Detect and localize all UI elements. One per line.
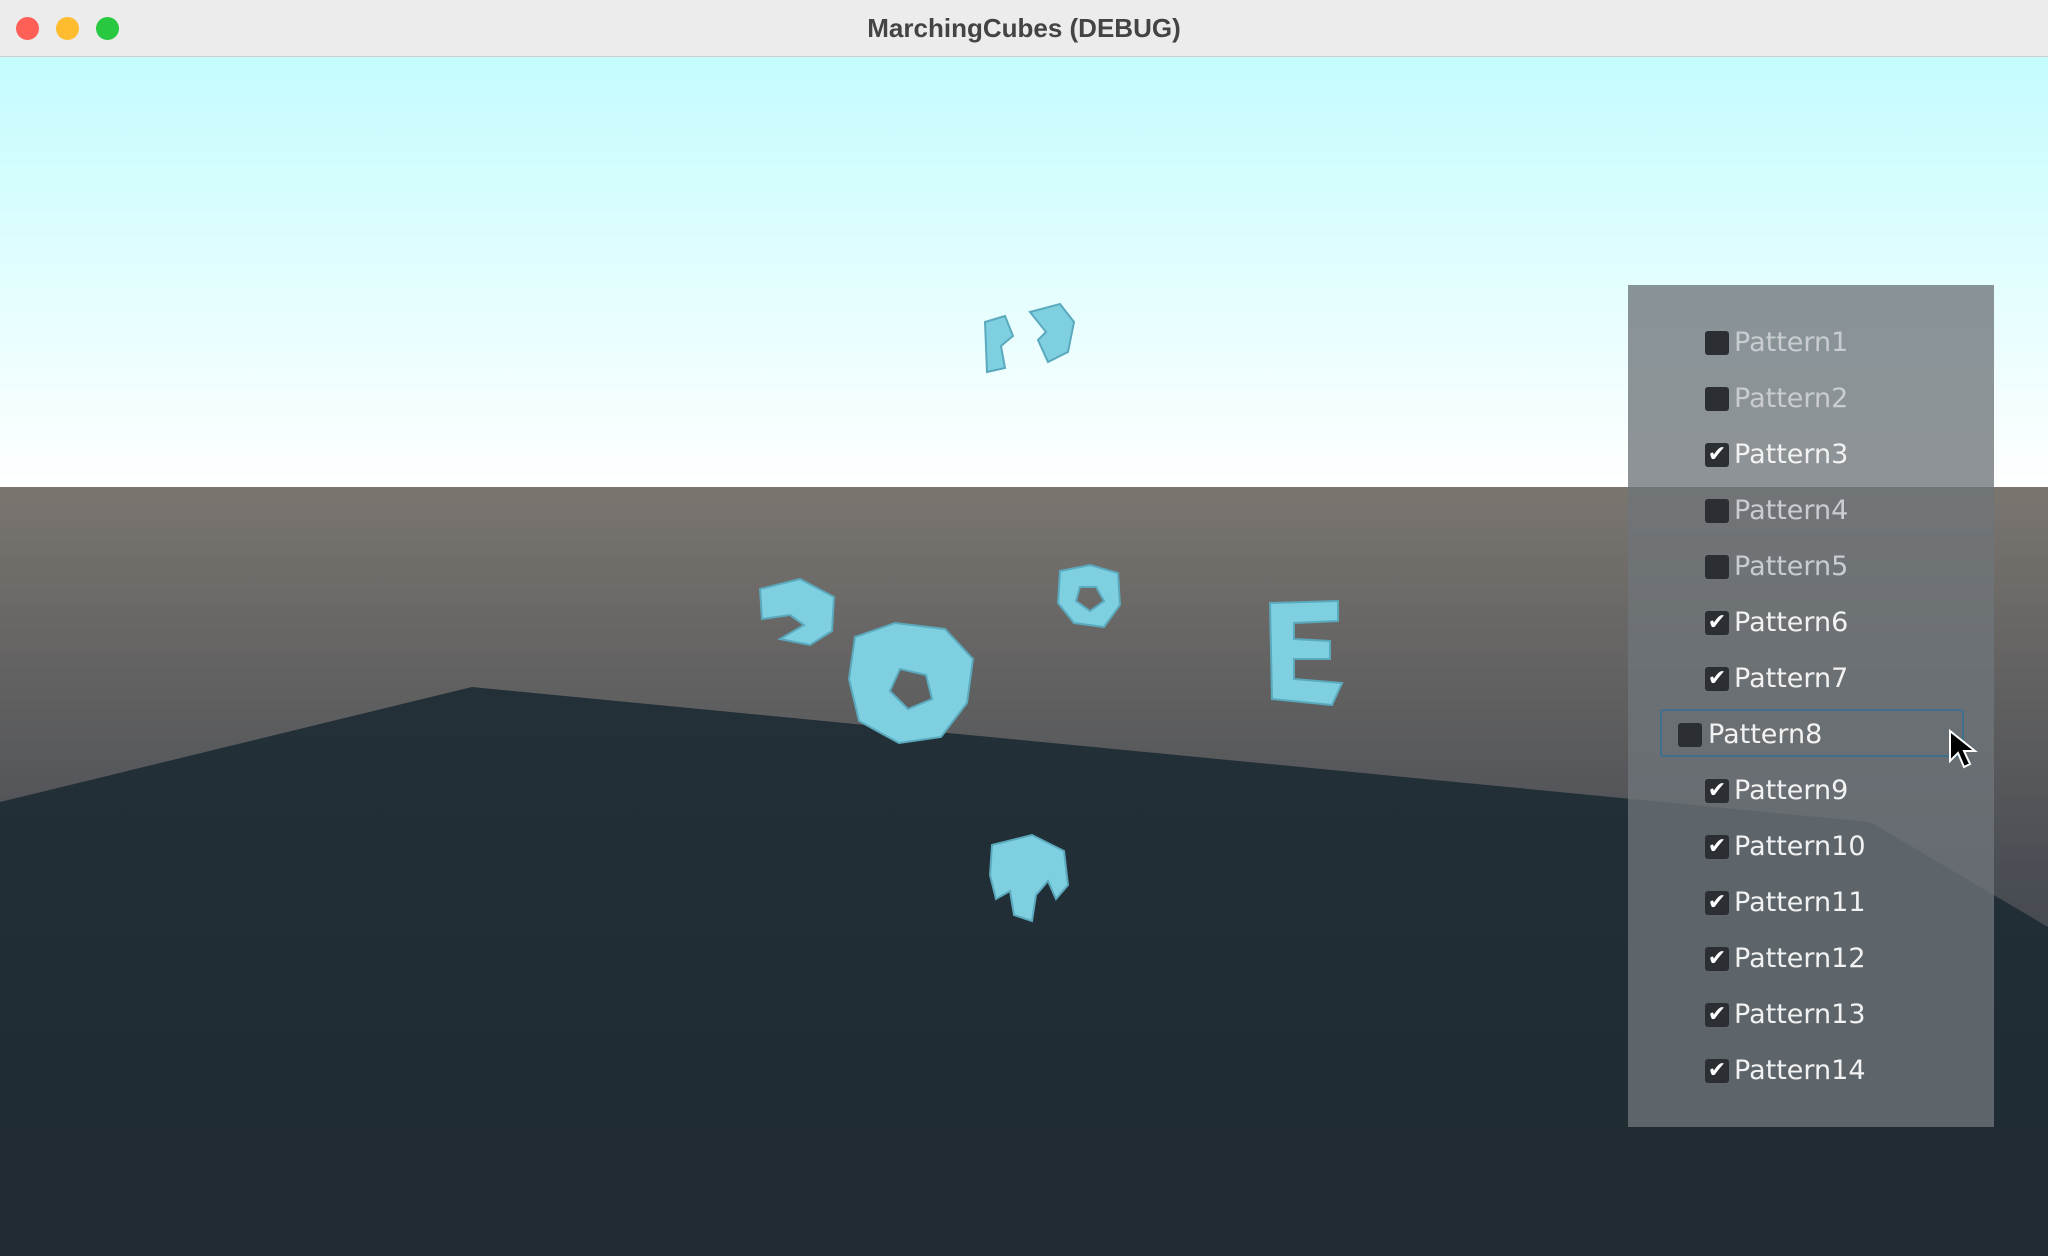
pattern-checkbox-2[interactable]: Pattern2 (1660, 373, 1964, 421)
pattern-label: Pattern10 (1734, 831, 1866, 862)
mouse-cursor-icon (1949, 729, 1978, 769)
pattern-checkbox-9[interactable]: ✔ Pattern9 (1660, 765, 1964, 813)
checkmark-icon[interactable]: ✔ (1705, 779, 1729, 803)
pattern-checkbox-3[interactable]: ✔ Pattern3 (1660, 429, 1964, 477)
pattern-label: Pattern8 (1708, 719, 1823, 750)
pattern-label: Pattern9 (1734, 775, 1849, 806)
checkmark-icon[interactable]: ✔ (1705, 667, 1729, 691)
checkmark-icon[interactable]: ✔ (1705, 1059, 1729, 1083)
pattern-label: Pattern5 (1734, 551, 1849, 582)
pattern-label: Pattern6 (1734, 607, 1849, 638)
checkmark-icon[interactable]: ✔ (1705, 947, 1729, 971)
pattern-label: Pattern11 (1734, 887, 1866, 918)
checkmark-icon[interactable]: ✔ (1705, 443, 1729, 467)
3d-viewport[interactable]: Pattern1 Pattern2 ✔ Pattern3 Pattern4 Pattern… (0, 57, 2048, 1256)
pattern-checkbox-14[interactable]: ✔ Pattern14 (1660, 1045, 1964, 1093)
pattern-label: Pattern7 (1734, 663, 1849, 694)
pattern-checkbox-11[interactable]: ✔ Pattern11 (1660, 877, 1964, 925)
pattern-checkbox-7[interactable]: ✔ Pattern7 (1660, 653, 1964, 701)
checkmark-icon[interactable]: ✔ (1705, 891, 1729, 915)
checkbox-box[interactable] (1705, 555, 1729, 579)
pattern-label: Pattern14 (1734, 1055, 1866, 1086)
pattern-label: Pattern2 (1734, 383, 1849, 414)
pattern-checkbox-8[interactable]: Pattern8 (1660, 709, 1964, 757)
checkbox-box[interactable] (1705, 331, 1729, 355)
pattern-checkbox-13[interactable]: ✔ Pattern13 (1660, 989, 1964, 1037)
pattern-checkbox-4[interactable]: Pattern4 (1660, 485, 1964, 533)
pattern-checkbox-10[interactable]: ✔ Pattern10 (1660, 821, 1964, 869)
checkmark-icon[interactable]: ✔ (1705, 611, 1729, 635)
pattern-panel: Pattern1 Pattern2 ✔ Pattern3 Pattern4 Pattern… (1628, 285, 1994, 1127)
pattern-checkbox-5[interactable]: Pattern5 (1660, 541, 1964, 589)
app-window: MarchingCubes (DEBUG) Pattern1 Pattern2 … (0, 0, 2048, 1256)
pattern-label: Pattern12 (1734, 943, 1866, 974)
window-title: MarchingCubes (DEBUG) (867, 13, 1181, 43)
pattern-label: Pattern13 (1734, 999, 1866, 1030)
checkmark-icon[interactable]: ✔ (1705, 835, 1729, 859)
pattern-checkbox-1[interactable]: Pattern1 (1660, 317, 1964, 365)
title-bar: MarchingCubes (DEBUG) (0, 0, 2048, 57)
pattern-label: Pattern1 (1734, 327, 1849, 358)
checkbox-box[interactable] (1705, 387, 1729, 411)
checkmark-icon[interactable]: ✔ (1705, 1003, 1729, 1027)
pattern-checkbox-12[interactable]: ✔ Pattern12 (1660, 933, 1964, 981)
pattern-label: Pattern4 (1734, 495, 1849, 526)
checkbox-box[interactable] (1678, 723, 1702, 747)
checkbox-box[interactable] (1705, 499, 1729, 523)
pattern-label: Pattern3 (1734, 439, 1849, 470)
pattern-checkbox-6[interactable]: ✔ Pattern6 (1660, 597, 1964, 645)
